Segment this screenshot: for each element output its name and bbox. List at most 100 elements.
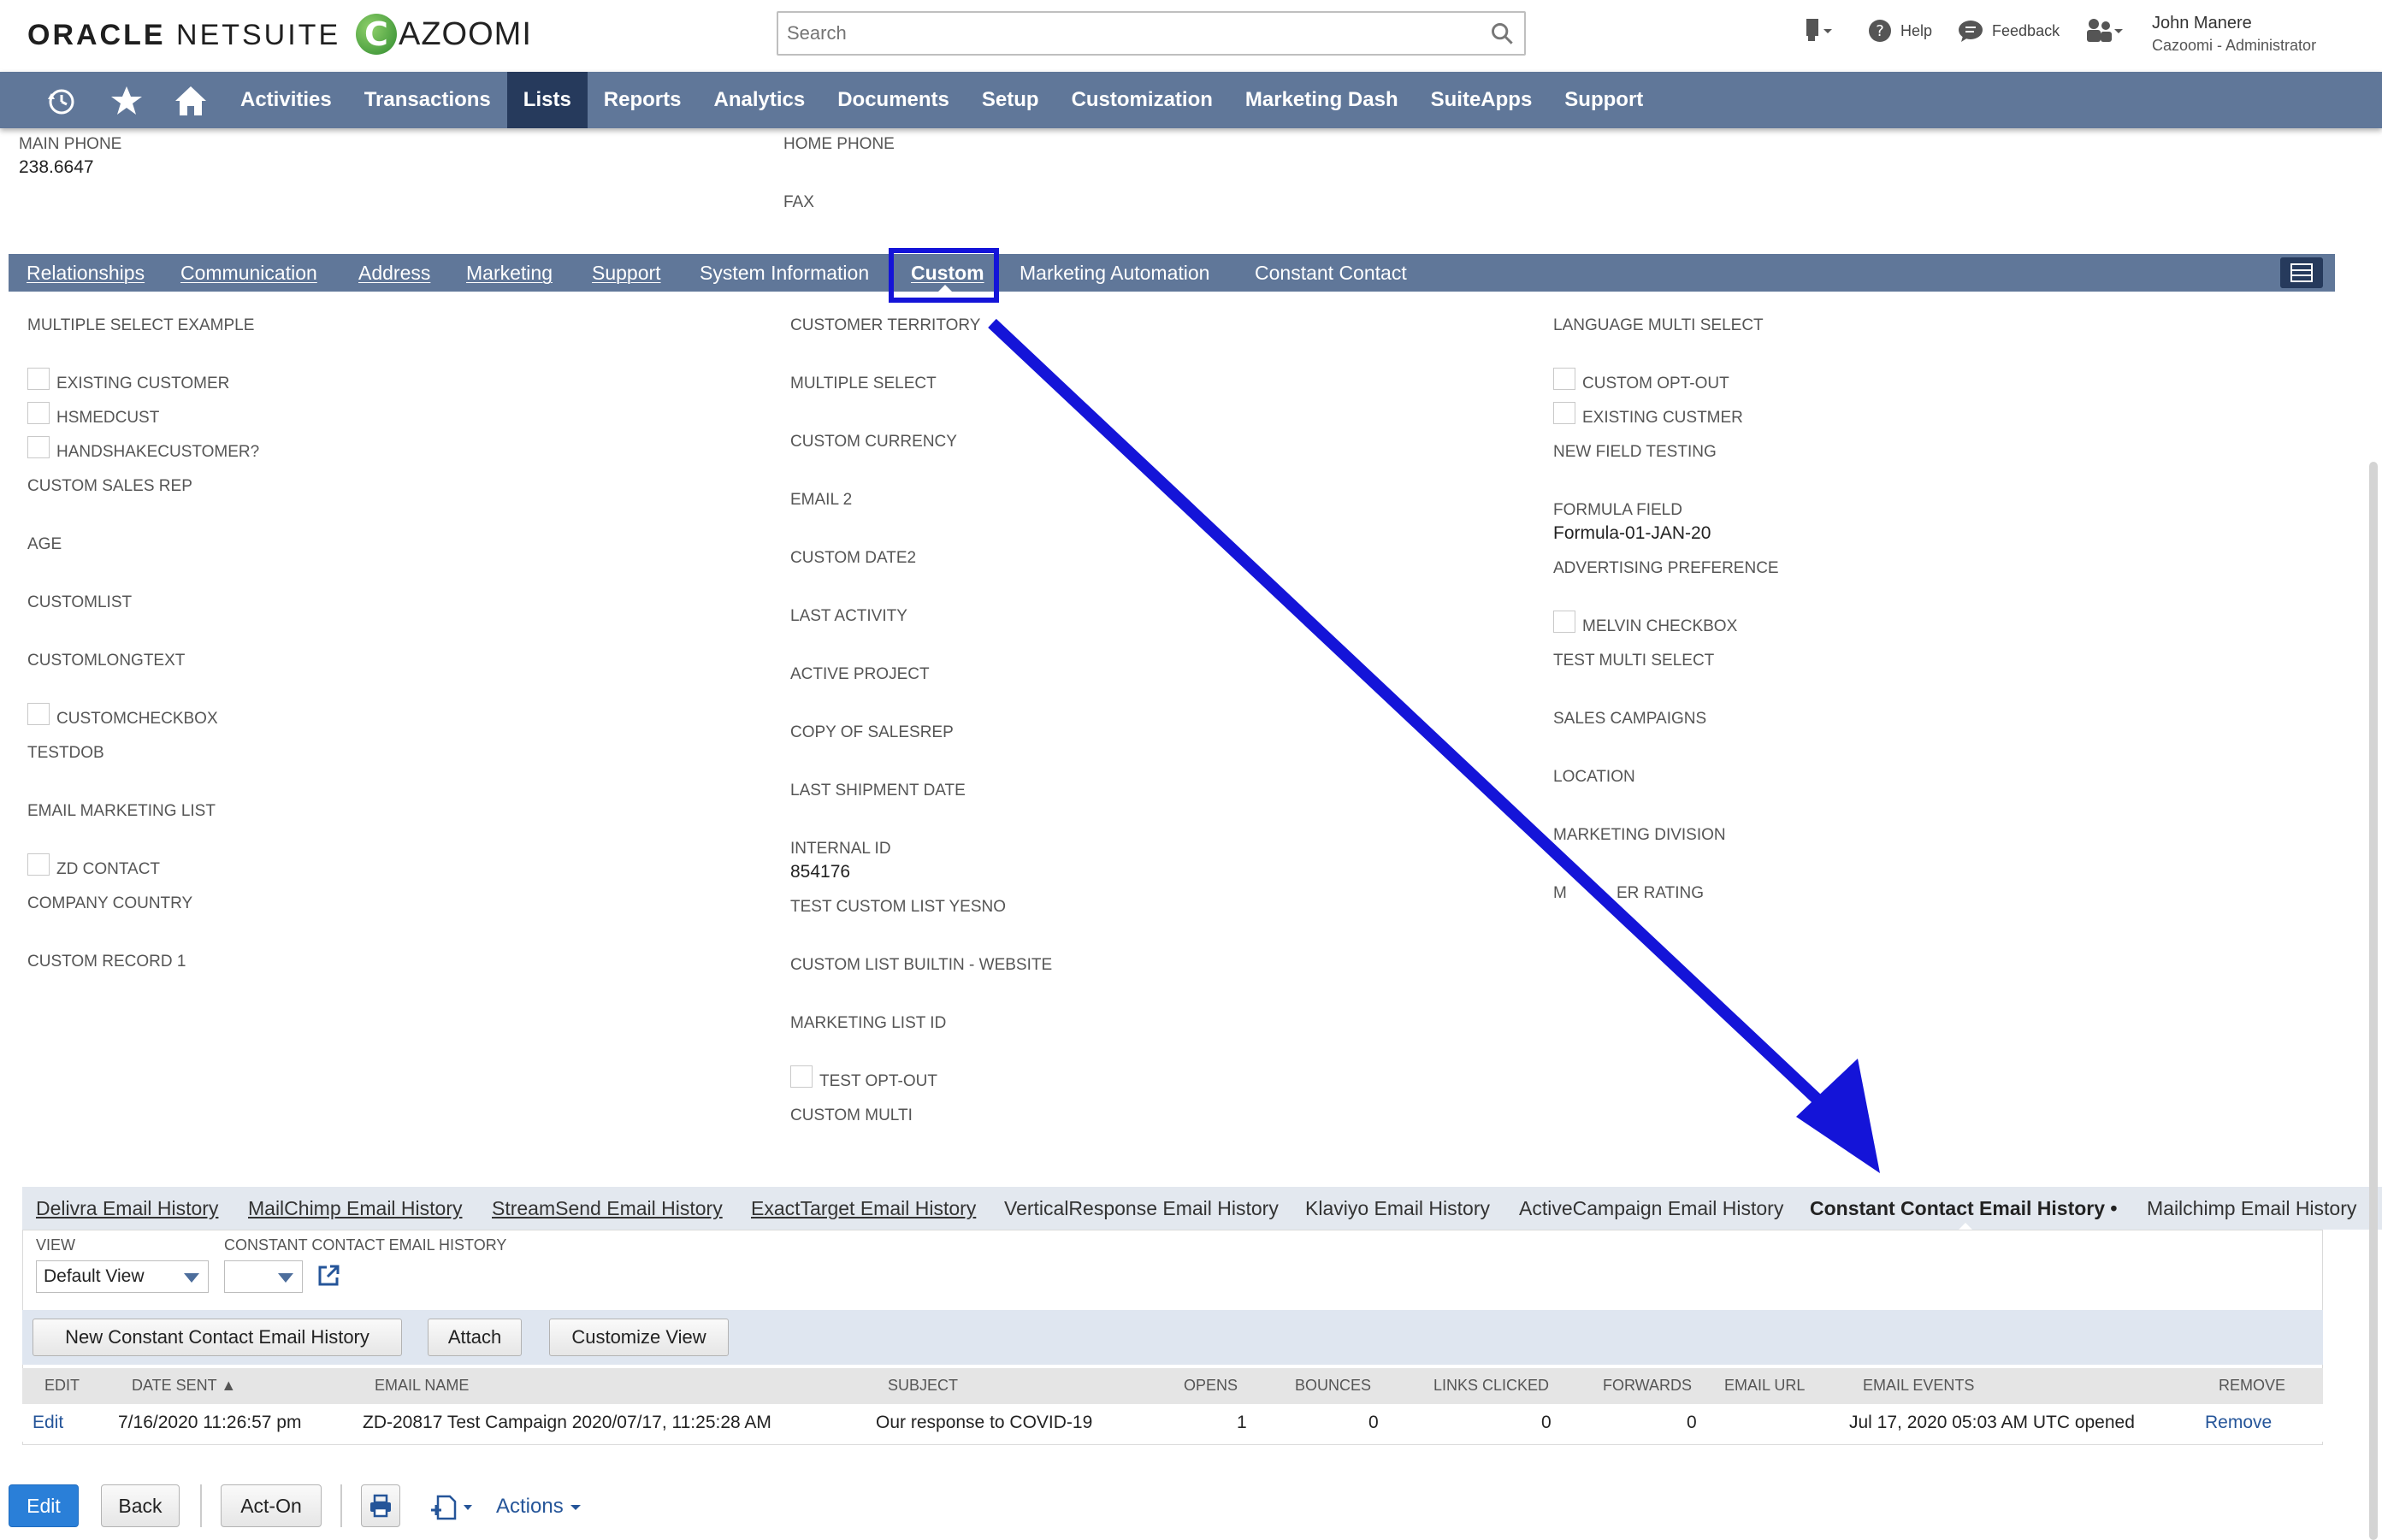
view-select[interactable]: Default View [36, 1260, 209, 1293]
tab-exacttarget-email-history[interactable]: ExactTarget Email History [751, 1187, 976, 1230]
field-internal-id-label: INTERNAL ID [790, 840, 891, 858]
field-new-field-testing: NEW FIELD TESTING [1553, 443, 1717, 461]
cc-history-label: CONSTANT CONTACT EMAIL HISTORY [224, 1236, 507, 1254]
col-bounces[interactable]: BOUNCES [1295, 1377, 1371, 1395]
nav-support[interactable]: Support [1548, 72, 1659, 128]
tab-mailchimp-email-history[interactable]: MailChimp Email History [248, 1187, 462, 1230]
hsmedcust-checkbox[interactable] [27, 402, 50, 424]
row-email-events: Jul 17, 2020 05:03 AM UTC opened [1849, 1413, 2135, 1432]
recent-history-icon[interactable] [44, 84, 79, 118]
custom-tab-highlight-box [889, 248, 999, 303]
field-multiple-select: MULTIPLE SELECT [790, 375, 937, 392]
page-scrollbar[interactable] [2369, 462, 2378, 1540]
field-formula-field-value: Formula-01-JAN-20 [1553, 523, 1711, 543]
handshakecustomer-checkbox[interactable] [27, 436, 50, 458]
favorites-star-icon[interactable] [109, 84, 144, 118]
tab-activecampaign-email-history[interactable]: ActiveCampaign Email History [1519, 1187, 1783, 1230]
subtab-communication[interactable]: Communication [180, 254, 317, 292]
nav-reports[interactable]: Reports [588, 72, 698, 128]
edit-button[interactable]: Edit [9, 1484, 79, 1527]
attach-button[interactable]: Attach [428, 1319, 522, 1356]
email-history-tabs: Delivra Email History MailChimp Email Hi… [22, 1187, 2382, 1230]
col-links-clicked[interactable]: LINKS CLICKED [1433, 1377, 1549, 1395]
nav-customization[interactable]: Customization [1055, 72, 1229, 128]
user-roles-menu[interactable] [2085, 17, 2131, 44]
collapse-subtabs-button[interactable] [2280, 257, 2323, 288]
nav-items: Activities Transactions Lists Reports An… [224, 72, 1659, 128]
zd-contact-checkbox[interactable] [27, 853, 50, 876]
search-icon[interactable] [1490, 21, 1514, 45]
field-member-rating-end: ER RATING [1617, 884, 1705, 902]
nav-analytics[interactable]: Analytics [697, 72, 821, 128]
field-custom-list-builtin-website: CUSTOM LIST BUILTIN - WEBSITE [790, 956, 1053, 974]
existing-customer-checkbox[interactable] [27, 368, 50, 390]
customize-view-button[interactable]: Customize View [549, 1319, 729, 1356]
col-subject[interactable]: SUBJECT [888, 1377, 958, 1395]
nav-transactions[interactable]: Transactions [348, 72, 507, 128]
subtab-support[interactable]: Support [592, 254, 661, 292]
tab-verticalresponse-email-history[interactable]: VerticalResponse Email History [1004, 1187, 1279, 1230]
field-copy-of-salesrep: COPY OF SALESREP [790, 723, 954, 741]
row-edit-link[interactable]: Edit [33, 1413, 63, 1433]
subtab-address[interactable]: Address [358, 254, 430, 292]
open-external-icon[interactable] [316, 1264, 340, 1288]
new-cc-email-history-button[interactable]: New Constant Contact Email History [33, 1319, 402, 1356]
field-last-activity: LAST ACTIVITY [790, 607, 907, 625]
col-opens[interactable]: OPENS [1184, 1377, 1238, 1395]
nav-lists[interactable]: Lists [506, 72, 588, 128]
search-input[interactable] [778, 13, 1463, 54]
col-email-name[interactable]: EMAIL NAME [375, 1377, 469, 1395]
tab-delivra-email-history[interactable]: Delivra Email History [36, 1187, 218, 1230]
actions-menu[interactable]: Actions [496, 1495, 582, 1519]
field-company-country: COMPANY COUNTRY [27, 894, 193, 912]
existing-custmer-checkbox[interactable] [1553, 402, 1575, 424]
new-record-icon[interactable] [429, 1493, 477, 1522]
subtab-system-information[interactable]: System Information [700, 254, 869, 292]
field-custom-currency: CUSTOM CURRENCY [790, 433, 957, 451]
cc-history-filter-select[interactable] [224, 1260, 303, 1293]
col-email-url[interactable]: EMAIL URL [1724, 1377, 1805, 1395]
nav-suiteapps[interactable]: SuiteApps [1415, 72, 1549, 128]
help-link[interactable]: ? Help [1868, 19, 1932, 43]
nav-setup[interactable]: Setup [966, 72, 1055, 128]
help-icon: ? [1869, 20, 1891, 42]
user-info[interactable]: John Manere Cazoomi - Administrator [2152, 12, 2316, 56]
field-email-marketing-list: EMAIL MARKETING LIST [27, 802, 216, 820]
col-email-events[interactable]: EMAIL EVENTS [1863, 1377, 1974, 1395]
header-tools: ? Help Feedback [1803, 17, 2157, 44]
test-opt-out-label: TEST OPT-OUT [819, 1072, 937, 1090]
row-date-sent: 7/16/2020 11:26:57 pm [118, 1413, 302, 1432]
feedback-link[interactable]: Feedback [1958, 19, 2060, 43]
print-button[interactable] [361, 1484, 400, 1527]
custom-opt-out-label: CUSTOM OPT-OUT [1582, 375, 1729, 392]
recent-records-menu[interactable] [1803, 17, 1842, 44]
oracle-netsuite-logo[interactable]: ORACLE NETSUITE [27, 19, 340, 52]
back-button[interactable]: Back [101, 1484, 180, 1527]
col-date-sent[interactable]: DATE SENT ▲ [132, 1377, 236, 1395]
custom-opt-out-checkbox[interactable] [1553, 368, 1575, 390]
tab-klaviyo-email-history[interactable]: Klaviyo Email History [1305, 1187, 1490, 1230]
tab-mailchimp-email-history-2[interactable]: Mailchimp Email History [2147, 1187, 2356, 1230]
nav-documents[interactable]: Documents [821, 72, 966, 128]
row-remove-link[interactable]: Remove [2205, 1413, 2272, 1433]
test-opt-out-checkbox[interactable] [790, 1065, 813, 1088]
print-icon [370, 1494, 391, 1518]
col-remove: REMOVE [2219, 1377, 2286, 1394]
field-customlongtext: CUSTOMLONGTEXT [27, 652, 186, 670]
subtab-constant-contact[interactable]: Constant Contact [1255, 254, 1407, 292]
tab-streamsend-email-history[interactable]: StreamSend Email History [492, 1187, 723, 1230]
col-forwards[interactable]: FORWARDS [1603, 1377, 1692, 1395]
customcheckbox-checkbox[interactable] [27, 703, 50, 725]
nav-activities[interactable]: Activities [224, 72, 348, 128]
subtab-relationships[interactable]: Relationships [27, 254, 145, 292]
main-nav: Activities Transactions Lists Reports An… [0, 72, 2382, 128]
home-icon[interactable] [173, 84, 209, 118]
field-active-project: ACTIVE PROJECT [790, 665, 930, 683]
melvin-checkbox-checkbox[interactable] [1553, 611, 1575, 633]
nav-marketing-dash[interactable]: Marketing Dash [1229, 72, 1415, 128]
svg-text:?: ? [1876, 22, 1884, 40]
actions-menu-label: Actions [496, 1495, 564, 1518]
subtab-marketing-automation[interactable]: Marketing Automation [1020, 254, 1209, 292]
subtab-marketing[interactable]: Marketing [466, 254, 553, 292]
act-on-button[interactable]: Act-On [221, 1484, 322, 1527]
